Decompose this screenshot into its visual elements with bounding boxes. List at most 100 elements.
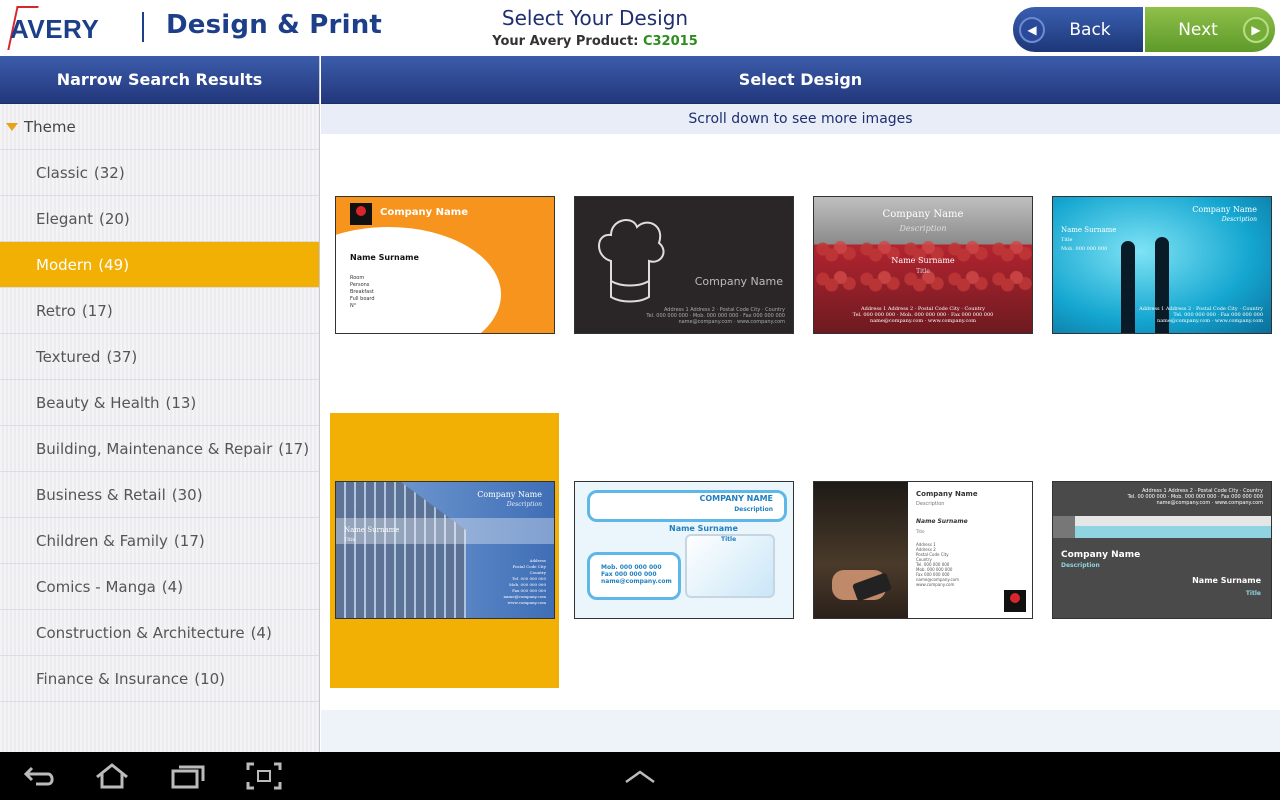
theme-filter-item[interactable]: Building, Maintenance & Repair (17): [0, 426, 319, 472]
theme-filter-label: Children & Family: [36, 531, 168, 550]
recent-apps-icon[interactable]: [170, 762, 206, 790]
filter-sidebar: Narrow Search Results Theme Classic (32) E…: [0, 56, 320, 752]
avery-logo: AVERY: [7, 6, 120, 50]
card-preview: Company Name Address 1 Address 2 · Posta…: [574, 196, 794, 334]
card-lines: Address Postal Code City Country Tel. 00…: [503, 558, 546, 606]
next-button[interactable]: Next ▶: [1145, 7, 1275, 52]
theme-filter-count: (10): [194, 669, 226, 688]
theme-filter-item[interactable]: Classic (32): [0, 150, 319, 196]
product-label: Your Avery Product:: [492, 34, 639, 49]
card-company: Company Name: [380, 207, 468, 218]
screenshot-icon[interactable]: [246, 762, 282, 790]
product-line: Your Avery Product: C32015: [470, 34, 720, 49]
logo-divider: [142, 12, 144, 42]
card-stripe: [1053, 526, 1271, 538]
theme-filter-item[interactable]: Modern (49): [0, 242, 319, 288]
theme-filter-item[interactable]: Beauty & Health (13): [0, 380, 319, 426]
back-icon[interactable]: [22, 762, 58, 790]
card-line: Full board: [350, 296, 375, 302]
theme-filter-label: Building, Maintenance & Repair: [36, 439, 273, 458]
card-line: Fax 000 000 000: [601, 571, 657, 578]
design-panel: Select Design Scroll down to see more im…: [321, 56, 1280, 752]
theme-filter-label: Retro: [36, 301, 76, 320]
system-nav-bar: [0, 752, 1280, 800]
home-icon[interactable]: [94, 762, 130, 790]
card-name: Name Surname: [1192, 576, 1261, 585]
next-button-label: Next: [1178, 19, 1218, 40]
card-preview: Company Name Description Name Surname Ti…: [813, 196, 1033, 334]
theme-filter-label: Modern: [36, 255, 93, 274]
back-arrow-icon: ◀: [1019, 16, 1045, 43]
card-address: Address 1 Address 2 · Postal Code City ·…: [814, 306, 1032, 324]
card-desc: Description: [1221, 216, 1257, 223]
design-card-5[interactable]: Company Name Description Name Surname Ti…: [330, 413, 559, 688]
card-title: Title: [721, 536, 737, 543]
hand-phone-image: [814, 482, 908, 618]
theme-filter-count: (4): [161, 577, 184, 596]
theme-filter-count: (37): [106, 347, 138, 366]
theme-filter-label: Textured: [36, 347, 101, 366]
building-image: [336, 482, 466, 618]
card-line: Mob. 000 000 000: [601, 564, 662, 571]
theme-filter-item[interactable]: Elegant (20): [0, 196, 319, 242]
sidebar-title: Narrow Search Results: [0, 56, 319, 104]
card-company: Company Name: [694, 275, 783, 288]
monitor-image: [685, 534, 775, 598]
chevron-up-icon[interactable]: [622, 762, 658, 790]
theme-filter-label: Beauty & Health: [36, 393, 160, 412]
card-line: name@company.com: [601, 578, 672, 585]
card-name: Name Surname: [350, 253, 419, 262]
card-name: Name Surname: [669, 524, 738, 533]
card-preview: Company Name Description Name Surname Ti…: [813, 481, 1033, 619]
next-arrow-icon: ▶: [1243, 16, 1269, 43]
card-title: Title: [1061, 237, 1073, 243]
logo-text: AVERY: [10, 14, 100, 44]
card-company: Company Name: [1061, 550, 1141, 560]
person-silhouette: [1121, 241, 1135, 333]
card-line: name@company.com · www.company.com: [869, 318, 976, 324]
theme-filter-label: Construction & Architecture: [36, 623, 245, 642]
card-preview: Company Name Description Name Surname Ti…: [1052, 196, 1272, 334]
berries-image: [814, 237, 1032, 297]
card-desc: Description: [1061, 562, 1100, 569]
card-lines: Address 1 Address 2 Postal Code City Cou…: [916, 542, 959, 587]
card-line: www.company.com: [507, 600, 546, 605]
theme-filter-count: (17): [173, 531, 205, 550]
header: AVERY Design & Print Select Your Design …: [0, 0, 1280, 56]
card-line: Persons: [350, 282, 370, 288]
theme-filter-item[interactable]: Textured (37): [0, 334, 319, 380]
theme-filter-item[interactable]: Children & Family (17): [0, 518, 319, 564]
theme-filter-label: Business & Retail: [36, 485, 166, 504]
card-title: Title: [916, 529, 925, 534]
theme-filter-count: (17): [278, 439, 310, 458]
card-line: www.company.com: [916, 582, 955, 587]
card-title: Title: [916, 268, 930, 275]
expand-triangle-icon: [6, 122, 18, 131]
theme-filter-item[interactable]: Retro (17): [0, 288, 319, 334]
card-desc: Description: [734, 506, 773, 513]
theme-filter-count: (20): [98, 209, 130, 228]
theme-group-header[interactable]: Theme: [0, 104, 319, 150]
card-company: Company Name: [916, 490, 978, 498]
design-panel-title: Select Design: [321, 56, 1280, 104]
theme-filter-count: (4): [250, 623, 272, 642]
theme-filter-count: (30): [171, 485, 203, 504]
app-title: Design & Print: [166, 10, 383, 40]
back-button[interactable]: ◀ Back: [1013, 7, 1143, 52]
card-name: Name Surname: [344, 526, 400, 534]
design-grid[interactable]: Company Name Name Surname Room Persons B…: [321, 134, 1280, 710]
card-mob: Mob. 000 000 000: [1061, 246, 1108, 252]
theme-filter-item[interactable]: Comics - Manga (4): [0, 564, 319, 610]
theme-filter-count: (17): [81, 301, 113, 320]
theme-filter-item[interactable]: Finance & Insurance (10): [0, 656, 319, 702]
theme-filter-count: (32): [93, 163, 125, 182]
theme-filter-item[interactable]: Construction & Architecture (4): [0, 610, 319, 656]
theme-filter-list: Classic (32) Elegant (20) Modern (49) Retro (17…: [0, 150, 319, 702]
theme-filter-label: Elegant: [36, 209, 93, 228]
card-name: Name Surname: [916, 518, 968, 525]
card-preview: Address 1 Address 2 · Postal Code City ·…: [1052, 481, 1272, 619]
theme-filter-label: Finance & Insurance: [36, 669, 189, 688]
card-stripe: [1053, 516, 1271, 526]
logo-badge-icon: [1004, 590, 1026, 612]
theme-filter-item[interactable]: Business & Retail (30): [0, 472, 319, 518]
